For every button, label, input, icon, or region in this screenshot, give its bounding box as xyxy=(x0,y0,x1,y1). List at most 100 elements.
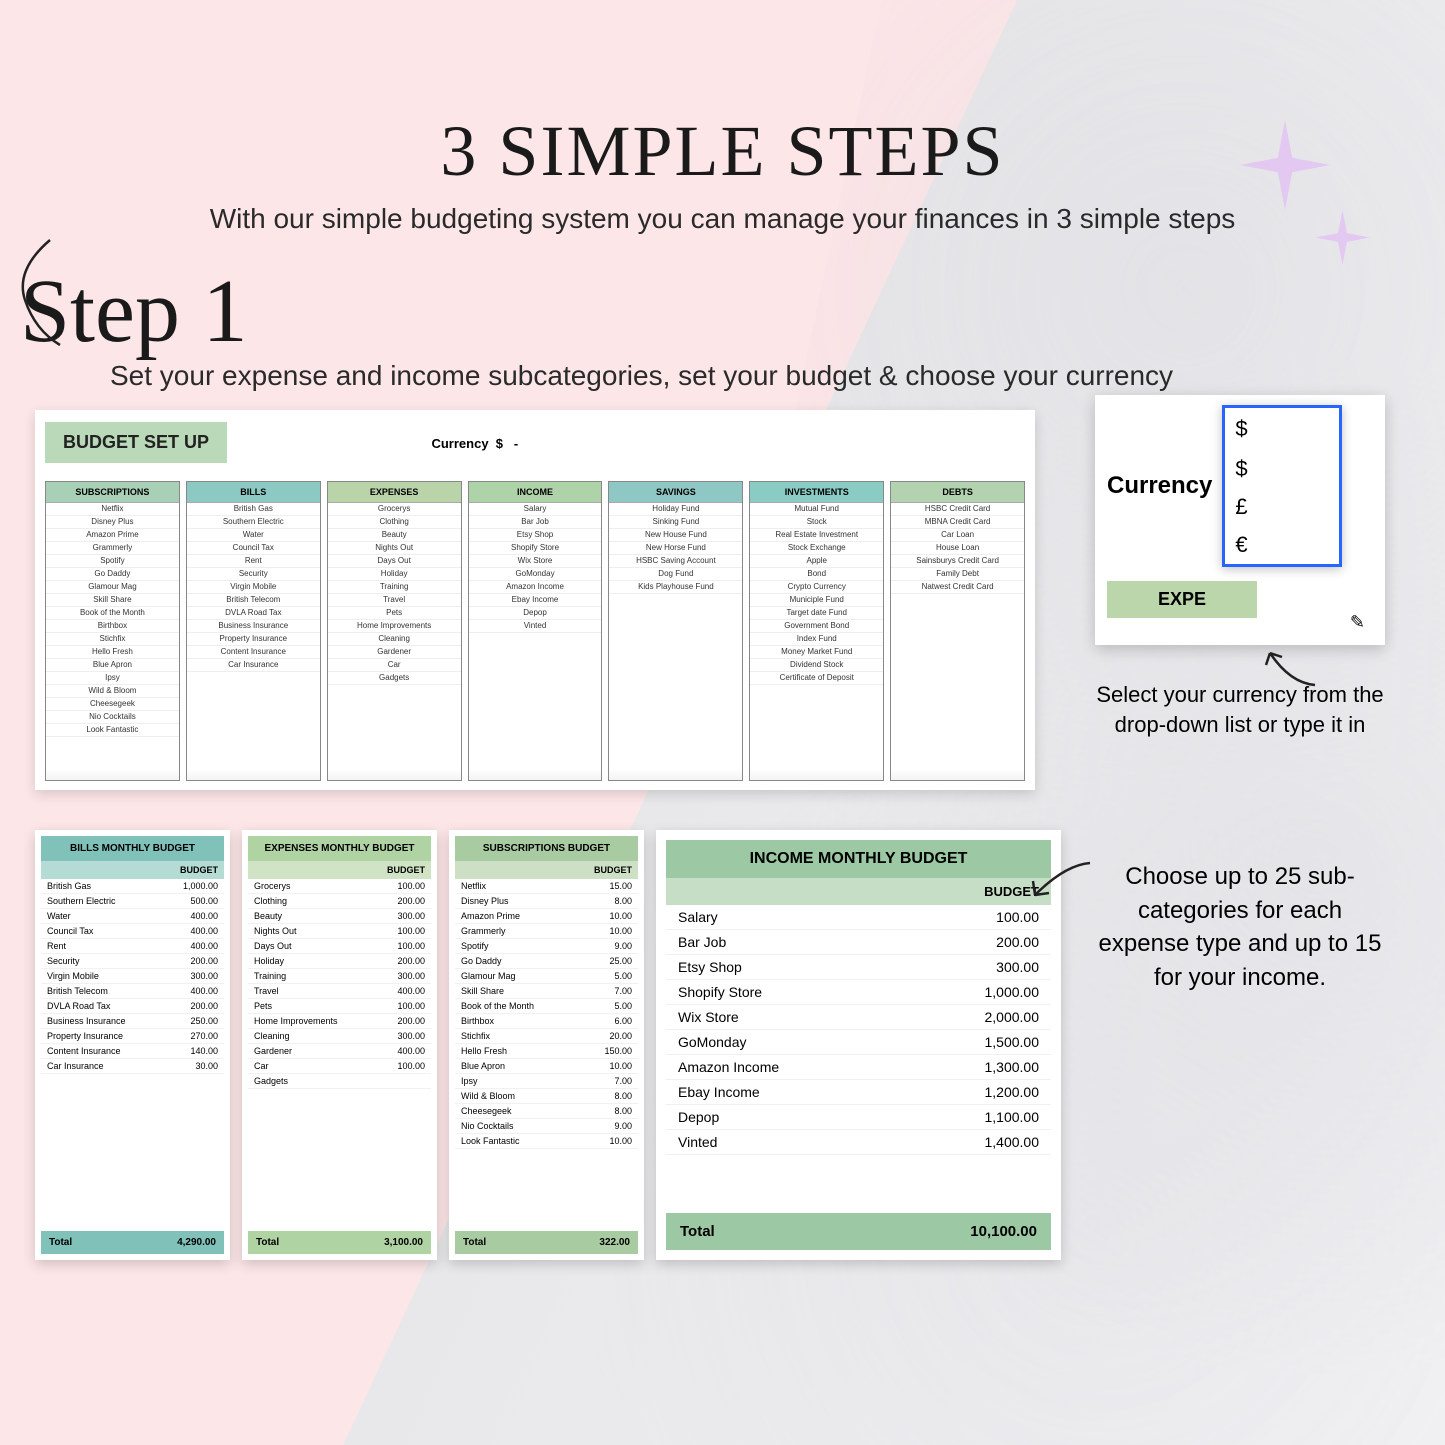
category-item[interactable]: Natwest Credit Card xyxy=(891,581,1024,594)
category-item[interactable]: Wild & Bloom xyxy=(46,685,179,698)
category-item[interactable]: Apple xyxy=(750,555,883,568)
budget-row[interactable]: Go Daddy25.00 xyxy=(455,954,638,969)
budget-row[interactable]: Gardener400.00 xyxy=(248,1044,431,1059)
budget-row[interactable]: GoMonday1,500.00 xyxy=(666,1030,1051,1055)
budget-row[interactable]: Clothing200.00 xyxy=(248,894,431,909)
category-item[interactable]: Beauty xyxy=(328,529,461,542)
budget-row[interactable]: Rent400.00 xyxy=(41,939,224,954)
category-item[interactable]: Go Daddy xyxy=(46,568,179,581)
category-item[interactable]: Certificate of Deposit xyxy=(750,672,883,685)
budget-row[interactable]: Council Tax400.00 xyxy=(41,924,224,939)
category-item[interactable]: Car xyxy=(328,659,461,672)
category-item[interactable]: Wix Store xyxy=(469,555,602,568)
category-item[interactable]: British Telecom xyxy=(187,594,320,607)
budget-row[interactable]: Disney Plus8.00 xyxy=(455,894,638,909)
category-item[interactable]: Ebay Income xyxy=(469,594,602,607)
category-item[interactable]: Car Insurance xyxy=(187,659,320,672)
currency-dropdown[interactable]: $ $£€ xyxy=(1222,405,1342,567)
category-item[interactable]: Dividend Stock xyxy=(750,659,883,672)
category-item[interactable]: Salary xyxy=(469,503,602,516)
currency-option[interactable]: € xyxy=(1225,526,1339,564)
budget-row[interactable]: Nights Out100.00 xyxy=(248,924,431,939)
budget-row[interactable]: DVLA Road Tax200.00 xyxy=(41,999,224,1014)
category-item[interactable]: New Horse Fund xyxy=(609,542,742,555)
budget-row[interactable]: Virgin Mobile300.00 xyxy=(41,969,224,984)
budget-row[interactable]: Content Insurance140.00 xyxy=(41,1044,224,1059)
budget-row[interactable]: Home Improvements200.00 xyxy=(248,1014,431,1029)
budget-row[interactable]: Pets100.00 xyxy=(248,999,431,1014)
budget-row[interactable]: Bar Job200.00 xyxy=(666,930,1051,955)
category-item[interactable]: New House Fund xyxy=(609,529,742,542)
category-item[interactable]: Bond xyxy=(750,568,883,581)
budget-row[interactable]: British Telecom400.00 xyxy=(41,984,224,999)
category-item[interactable]: Disney Plus xyxy=(46,516,179,529)
category-item[interactable]: Pets xyxy=(328,607,461,620)
budget-row[interactable]: Book of the Month5.00 xyxy=(455,999,638,1014)
budget-row[interactable]: Grammerly10.00 xyxy=(455,924,638,939)
budget-row[interactable]: Stichfix20.00 xyxy=(455,1029,638,1044)
currency-option[interactable]: £ xyxy=(1225,488,1339,526)
category-item[interactable]: Kids Playhouse Fund xyxy=(609,581,742,594)
budget-row[interactable]: Days Out100.00 xyxy=(248,939,431,954)
budget-row[interactable]: Car Insurance30.00 xyxy=(41,1059,224,1074)
budget-row[interactable]: Depop1,100.00 xyxy=(666,1105,1051,1130)
budget-row[interactable]: Wix Store2,000.00 xyxy=(666,1005,1051,1030)
budget-row[interactable]: Nio Cocktails9.00 xyxy=(455,1119,638,1134)
budget-row[interactable]: Grocerys100.00 xyxy=(248,879,431,894)
budget-row[interactable]: Southern Electric500.00 xyxy=(41,894,224,909)
budget-row[interactable]: Hello Fresh150.00 xyxy=(455,1044,638,1059)
budget-row[interactable]: Salary100.00 xyxy=(666,905,1051,930)
category-item[interactable]: Amazon Income xyxy=(469,581,602,594)
budget-row[interactable]: Vinted1,400.00 xyxy=(666,1130,1051,1155)
category-item[interactable]: Gadgets xyxy=(328,672,461,685)
category-item[interactable]: Rent xyxy=(187,555,320,568)
category-item[interactable]: Cleaning xyxy=(328,633,461,646)
budget-row[interactable]: Business Insurance250.00 xyxy=(41,1014,224,1029)
currency-selected[interactable]: $ xyxy=(1225,408,1339,450)
category-item[interactable]: Travel xyxy=(328,594,461,607)
category-item[interactable]: Sinking Fund xyxy=(609,516,742,529)
budget-row[interactable]: British Gas1,000.00 xyxy=(41,879,224,894)
budget-row[interactable]: Training300.00 xyxy=(248,969,431,984)
category-item[interactable]: Nio Cocktails xyxy=(46,711,179,724)
category-item[interactable]: Stock xyxy=(750,516,883,529)
category-item[interactable]: Gardener xyxy=(328,646,461,659)
budget-row[interactable]: Wild & Bloom8.00 xyxy=(455,1089,638,1104)
budget-row[interactable]: Shopify Store1,000.00 xyxy=(666,980,1051,1005)
category-item[interactable]: Council Tax xyxy=(187,542,320,555)
category-item[interactable]: Dog Fund xyxy=(609,568,742,581)
category-item[interactable]: HSBC Credit Card xyxy=(891,503,1024,516)
currency-option[interactable]: $ xyxy=(1225,450,1339,488)
budget-row[interactable]: Netflix15.00 xyxy=(455,879,638,894)
budget-row[interactable]: Skill Share7.00 xyxy=(455,984,638,999)
budget-row[interactable]: Gadgets xyxy=(248,1074,431,1089)
budget-row[interactable]: Car100.00 xyxy=(248,1059,431,1074)
category-item[interactable]: DVLA Road Tax xyxy=(187,607,320,620)
category-item[interactable]: Depop xyxy=(469,607,602,620)
category-item[interactable]: Holiday Fund xyxy=(609,503,742,516)
category-item[interactable]: Index Fund xyxy=(750,633,883,646)
budget-row[interactable]: Amazon Prime10.00 xyxy=(455,909,638,924)
category-item[interactable]: Grammerly xyxy=(46,542,179,555)
category-item[interactable]: Hello Fresh xyxy=(46,646,179,659)
budget-row[interactable]: Ipsy7.00 xyxy=(455,1074,638,1089)
category-item[interactable]: Car Loan xyxy=(891,529,1024,542)
budget-row[interactable]: Water400.00 xyxy=(41,909,224,924)
category-item[interactable]: Mutual Fund xyxy=(750,503,883,516)
category-item[interactable]: Amazon Prime xyxy=(46,529,179,542)
budget-row[interactable]: Amazon Income1,300.00 xyxy=(666,1055,1051,1080)
budget-row[interactable]: Etsy Shop300.00 xyxy=(666,955,1051,980)
category-item[interactable]: Grocerys xyxy=(328,503,461,516)
category-item[interactable]: Bar Job xyxy=(469,516,602,529)
budget-row[interactable]: Cleaning300.00 xyxy=(248,1029,431,1044)
category-item[interactable]: Etsy Shop xyxy=(469,529,602,542)
budget-row[interactable]: Property Insurance270.00 xyxy=(41,1029,224,1044)
category-item[interactable]: GoMonday xyxy=(469,568,602,581)
category-item[interactable]: Stichfix xyxy=(46,633,179,646)
budget-row[interactable]: Glamour Mag5.00 xyxy=(455,969,638,984)
category-item[interactable]: Look Fantastic xyxy=(46,724,179,737)
category-item[interactable]: Skill Share xyxy=(46,594,179,607)
budget-row[interactable]: Cheesegeek8.00 xyxy=(455,1104,638,1119)
category-item[interactable]: Vinted xyxy=(469,620,602,633)
budget-row[interactable]: Holiday200.00 xyxy=(248,954,431,969)
